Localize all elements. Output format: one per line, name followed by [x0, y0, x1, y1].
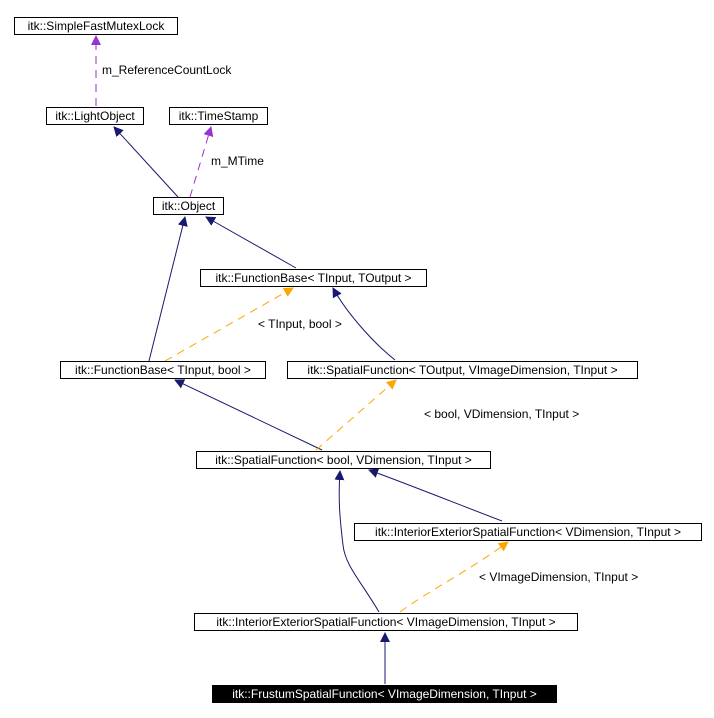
edge-fbtout-object [205, 216, 297, 269]
node-function-base-tinput-toutput[interactable]: itk::FunctionBase< TInput, TOutput > [200, 269, 427, 287]
node-interior-exterior-vdimension[interactable]: itk::InteriorExteriorSpatialFunction< VD… [354, 523, 702, 541]
edge-label-reference-count-lock: m_ReferenceCountLock [102, 63, 232, 77]
edge-label-vimagedimension-tinput: < VImageDimension, TInput > [479, 570, 639, 584]
edge-object-lightobject [113, 126, 179, 198]
node-function-base-tinput-bool[interactable]: itk::FunctionBase< TInput, bool > [60, 361, 266, 379]
edge-iesfvimg-sfbool [334, 470, 380, 613]
node-light-object[interactable]: itk::LightObject [46, 107, 144, 125]
edge-fbbool-object [148, 216, 188, 362]
node-interior-exterior-vimagedimension[interactable]: itk::InteriorExteriorSpatialFunction< VI… [194, 613, 578, 631]
edge-label-mtime: m_MTime [211, 154, 264, 168]
edge-sftout-fbtout [332, 287, 396, 361]
node-spatial-function-toutput[interactable]: itk::SpatialFunction< TOutput, VImageDim… [287, 361, 638, 379]
edge-iesfvdim-sfbool [368, 468, 503, 522]
node-simple-fast-mutex-lock[interactable]: itk::SimpleFastMutexLock [14, 17, 178, 35]
edge-object-timestamp [189, 126, 214, 198]
node-spatial-function-bool[interactable]: itk::SpatialFunction< bool, VDimension, … [196, 451, 491, 469]
node-frustum-spatial-function[interactable]: itk::FrustumSpatialFunction< VImageDimen… [212, 685, 557, 703]
node-object[interactable]: itk::Object [153, 197, 224, 215]
edge-sfbool-fbbool [174, 379, 323, 451]
edge-sfbool-sftout [315, 379, 397, 451]
edge-label-tinput-bool: < TInput, bool > [258, 317, 342, 331]
node-time-stamp[interactable]: itk::TimeStamp [169, 107, 268, 125]
edge-label-bool-vdimension-tinput: < bool, VDimension, TInput > [424, 407, 580, 421]
